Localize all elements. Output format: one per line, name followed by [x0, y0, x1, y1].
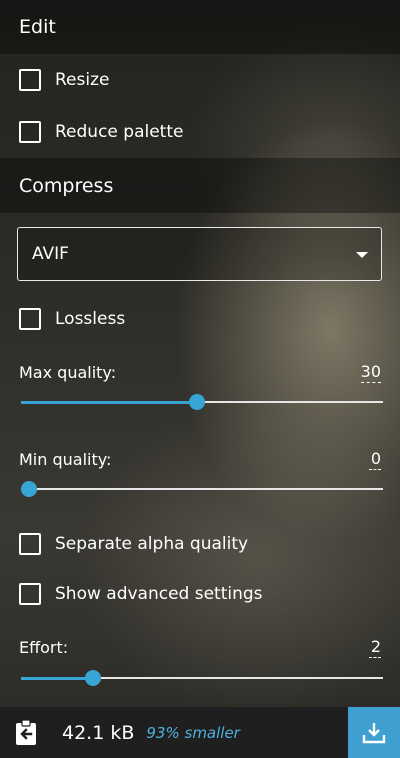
max-quality-label: Max quality:: [19, 363, 117, 382]
clipboard-arrow-icon: [16, 718, 36, 745]
advanced-settings-checkbox[interactable]: [19, 583, 41, 605]
download-icon: [362, 722, 386, 743]
format-selected-value: AVIF: [32, 244, 69, 264]
min-quality-row: Min quality: 0: [19, 449, 381, 470]
max-quality-value[interactable]: 30: [360, 362, 381, 383]
effort-label: Effort:: [19, 638, 69, 657]
resize-option[interactable]: Resize: [19, 69, 109, 91]
copy-to-other-side-icon[interactable]: [13, 718, 39, 747]
lossless-label: Lossless: [55, 309, 126, 329]
min-quality-value[interactable]: 0: [369, 449, 381, 470]
dropdown-caret-icon: [356, 252, 368, 258]
advanced-settings-label: Show advanced settings: [55, 584, 263, 604]
lossless-checkbox[interactable]: [19, 308, 41, 330]
separate-alpha-checkbox[interactable]: [19, 533, 41, 555]
min-quality-label: Min quality:: [19, 450, 112, 469]
max-quality-row: Max quality: 30: [19, 362, 381, 383]
slider-thumb[interactable]: [85, 670, 102, 686]
format-select[interactable]: AVIF: [17, 227, 382, 281]
max-quality-slider[interactable]: [21, 394, 383, 410]
compress-section-title: Compress: [19, 174, 114, 197]
separate-alpha-option[interactable]: Separate alpha quality: [19, 533, 248, 555]
size-savings: 93% smaller: [146, 723, 240, 742]
resize-label: Resize: [55, 70, 110, 90]
slider-thumb[interactable]: [21, 481, 37, 497]
separate-alpha-label: Separate alpha quality: [55, 534, 249, 554]
effort-value[interactable]: 2: [369, 637, 381, 658]
effort-slider[interactable]: [21, 670, 383, 686]
results-bar: 42.1 kB 93% smaller: [0, 707, 400, 758]
reduce-palette-label: Reduce palette: [55, 122, 184, 142]
slider-thumb[interactable]: [188, 394, 205, 410]
compress-section-header: Compress: [0, 158, 400, 213]
reduce-palette-option[interactable]: Reduce palette: [19, 121, 183, 143]
slider-track: [21, 488, 383, 490]
edit-section-title: Edit: [19, 16, 56, 38]
slider-fill: [21, 401, 197, 404]
lossless-option[interactable]: Lossless: [19, 308, 125, 330]
slider-fill: [21, 677, 94, 680]
effort-row: Effort: 2: [19, 637, 381, 658]
advanced-settings-option[interactable]: Show advanced settings: [19, 583, 263, 605]
resize-checkbox[interactable]: [19, 69, 41, 91]
download-button[interactable]: [348, 707, 400, 758]
min-quality-slider[interactable]: [21, 481, 383, 497]
reduce-palette-checkbox[interactable]: [19, 121, 41, 143]
output-size: 42.1 kB: [62, 721, 135, 744]
edit-section-header: Edit: [0, 0, 400, 54]
